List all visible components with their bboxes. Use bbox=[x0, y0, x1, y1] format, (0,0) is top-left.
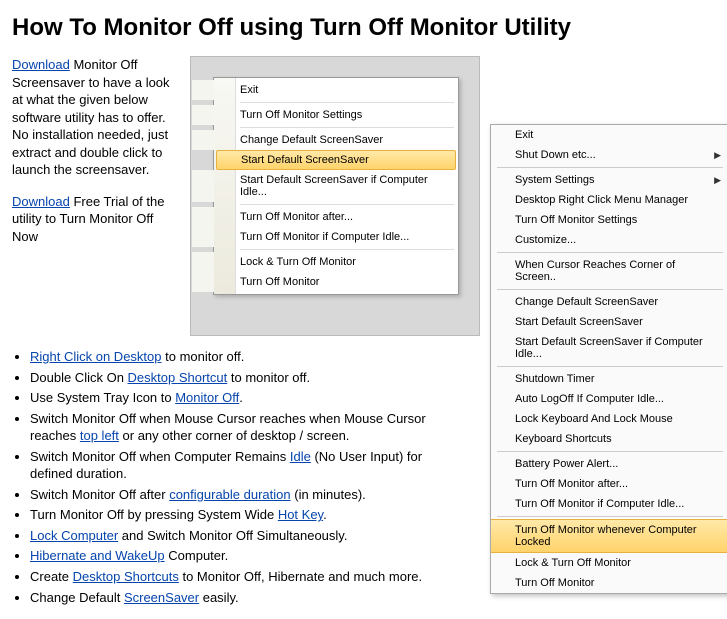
list-item: Switch Monitor Off when Mouse Cursor rea… bbox=[30, 410, 462, 445]
menu-item[interactable]: Turn Off Monitor after... bbox=[491, 474, 727, 494]
list-item: Double Click On Desktop Shortcut to moni… bbox=[30, 369, 462, 387]
menu-item[interactable]: Shut Down etc...▶ bbox=[491, 145, 727, 165]
menu-item[interactable]: Exit bbox=[491, 125, 727, 145]
menu-item[interactable]: Turn Off Monitor Settings bbox=[192, 105, 458, 125]
menu-item[interactable]: Customize... bbox=[491, 230, 727, 250]
menu-item[interactable]: When Cursor Reaches Corner of Screen.. bbox=[491, 255, 727, 287]
menu-item[interactable]: Turn Off Monitor bbox=[192, 272, 458, 292]
menu-item[interactable]: Auto LogOff If Computer Idle... bbox=[491, 389, 727, 409]
menu-item[interactable]: Start Default ScreenSaver bbox=[216, 150, 456, 170]
hot-key-link[interactable]: Hot Key bbox=[278, 507, 323, 522]
desktop-shortcut-link[interactable]: Desktop Shortcut bbox=[128, 370, 228, 385]
hibernate-link[interactable]: Hibernate and WakeUp bbox=[30, 548, 165, 563]
list-item: Turn Monitor Off by pressing System Wide… bbox=[30, 506, 462, 524]
menu-item[interactable]: Turn Off Monitor if Computer Idle... bbox=[192, 227, 458, 247]
configurable-duration-link[interactable]: configurable duration bbox=[169, 487, 290, 502]
menu-item[interactable]: Turn Off Monitor bbox=[491, 573, 727, 593]
monitor-off-link[interactable]: Monitor Off bbox=[175, 390, 239, 405]
chevron-right-icon: ▶ bbox=[714, 150, 721, 161]
context-menu-small: ExitTurn Off Monitor SettingsChange Defa… bbox=[213, 77, 459, 295]
top-left-link[interactable]: top left bbox=[80, 428, 119, 443]
desktop-shortcuts-link[interactable]: Desktop Shortcuts bbox=[73, 569, 179, 584]
idle-link[interactable]: Idle bbox=[290, 449, 311, 464]
menu-item[interactable]: Turn Off Monitor after... bbox=[192, 207, 458, 227]
list-item: Hibernate and WakeUp Computer. bbox=[30, 547, 462, 565]
page-title: How To Monitor Off using Turn Off Monito… bbox=[12, 14, 715, 42]
menu-item[interactable]: Change Default ScreenSaver bbox=[192, 130, 458, 150]
menu-item[interactable]: Turn Off Monitor whenever Computer Locke… bbox=[491, 519, 727, 553]
list-item: Right Click on Desktop to monitor off. bbox=[30, 348, 462, 366]
list-item: Switch Monitor Off after configurable du… bbox=[30, 486, 462, 504]
menu-item[interactable]: Lock Keyboard And Lock Mouse bbox=[491, 409, 727, 429]
menu-item[interactable]: Start Default ScreenSaver bbox=[491, 312, 727, 332]
menu-item[interactable]: Lock & Turn Off Monitor bbox=[491, 553, 727, 573]
list-item: Switch Monitor Off when Computer Remains… bbox=[30, 448, 462, 483]
feature-list: Right Click on Desktop to monitor off. D… bbox=[30, 348, 462, 606]
menu-item[interactable]: Shutdown Timer bbox=[491, 369, 727, 389]
menu-item[interactable]: Battery Power Alert... bbox=[491, 454, 727, 474]
menu-item[interactable]: Exit bbox=[192, 80, 458, 100]
right-click-link[interactable]: Right Click on Desktop bbox=[30, 349, 162, 364]
list-item: Lock Computer and Switch Monitor Off Sim… bbox=[30, 527, 462, 545]
chevron-right-icon: ▶ bbox=[714, 175, 721, 186]
context-menu-large: ExitShut Down etc...▶ System Settings▶Des… bbox=[490, 124, 727, 594]
list-item: Change Default ScreenSaver easily. bbox=[30, 589, 462, 607]
menu-item[interactable]: Lock & Turn Off Monitor bbox=[192, 252, 458, 272]
download-link-2[interactable]: Download bbox=[12, 194, 70, 209]
menu-item[interactable]: System Settings▶ bbox=[491, 170, 727, 190]
menu-item[interactable]: Change Default ScreenSaver bbox=[491, 292, 727, 312]
intro-text: Download Monitor Off Screensaver to have… bbox=[12, 56, 182, 259]
menu-item[interactable]: Keyboard Shortcuts bbox=[491, 429, 727, 449]
screenshot-illustration-left: Exit Turn Off Monitor Settings Change Defa… bbox=[190, 56, 480, 336]
list-item: Create Desktop Shortcuts to Monitor Off,… bbox=[30, 568, 462, 586]
screensaver-link[interactable]: ScreenSaver bbox=[124, 590, 199, 605]
menu-item[interactable]: Turn Off Monitor Settings bbox=[491, 210, 727, 230]
menu-item[interactable]: Start Default ScreenSaver if Computer Id… bbox=[491, 332, 727, 364]
menu-item[interactable]: Turn Off Monitor if Computer Idle... bbox=[491, 494, 727, 514]
menu-item[interactable]: Start Default ScreenSaver if Computer Id… bbox=[192, 170, 458, 202]
download-link-1[interactable]: Download bbox=[12, 57, 70, 72]
menu-item[interactable]: Desktop Right Click Menu Manager bbox=[491, 190, 727, 210]
lock-computer-link[interactable]: Lock Computer bbox=[30, 528, 118, 543]
list-item: Use System Tray Icon to Monitor Off. bbox=[30, 389, 462, 407]
